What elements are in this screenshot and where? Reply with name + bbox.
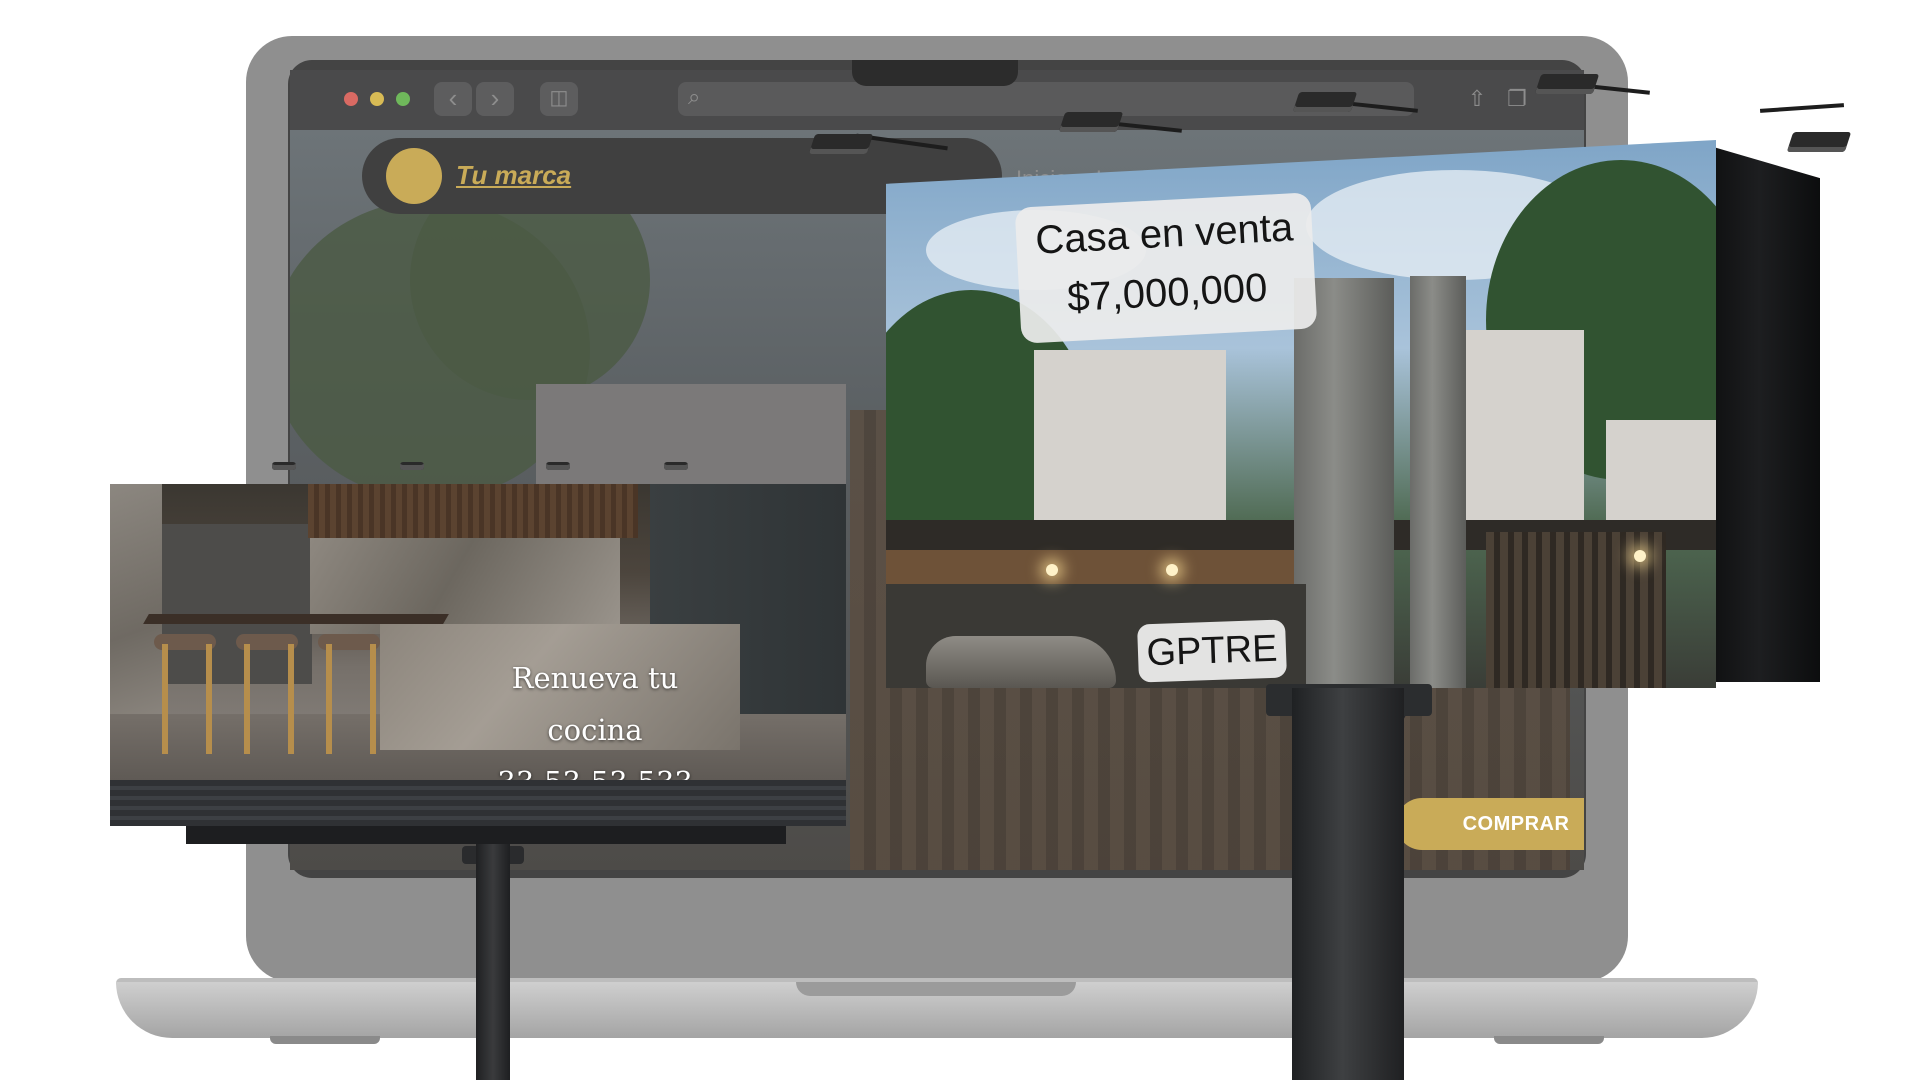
tabs-icon[interactable]: ❐: [1500, 82, 1534, 116]
billboard-lamp: [1534, 74, 1600, 94]
house-ceiling-light: [1634, 550, 1646, 562]
laptop-notch: [852, 60, 1018, 86]
kitchen-wood-cabinet: [308, 484, 638, 538]
billboard-lamp: [1058, 112, 1124, 132]
sidebar-icon[interactable]: ◫: [540, 82, 578, 116]
house-billboard-price: $7,000,000: [1066, 265, 1269, 321]
kitchen-stool-leg: [370, 644, 376, 754]
kitchen-billboard-rail: [186, 826, 786, 844]
kitchen-stool-leg: [326, 644, 332, 754]
laptop-foot: [1494, 1036, 1604, 1044]
house-price-box: Casa en venta $7,000,000: [1014, 192, 1318, 344]
kitchen-stool-leg: [162, 644, 168, 754]
buy-button[interactable]: COMPRAR: [1396, 798, 1584, 850]
billboard-lamp: [272, 462, 296, 470]
brand-name-link[interactable]: Tu marca: [456, 160, 571, 191]
kitchen-stool-leg: [244, 644, 250, 754]
house-wood-soffit: [886, 550, 1306, 584]
kitchen-stool-leg: [206, 644, 212, 754]
house-ceiling-light: [1166, 564, 1178, 576]
house-billboard-pole: [1292, 688, 1404, 1080]
brand-logo[interactable]: [386, 148, 442, 204]
house-car: [926, 636, 1116, 688]
share-icon[interactable]: ⇧: [1460, 82, 1494, 116]
house-billboard-brand: GPTRE: [1137, 619, 1287, 683]
laptop-foot: [270, 1036, 380, 1044]
house-billboard-headline: Casa en venta: [1034, 205, 1295, 263]
house-ceiling-light: [1046, 564, 1058, 576]
window-close-dot[interactable]: [344, 92, 358, 106]
billboard-lamp: [1292, 92, 1358, 112]
house-white-wall: [1464, 330, 1584, 530]
billboard-lamp: [664, 462, 688, 470]
window-minimize-dot[interactable]: [370, 92, 384, 106]
house-concrete-tower: [1294, 278, 1394, 688]
billboard-lamp: [400, 462, 424, 470]
house-concrete-tower: [1410, 276, 1466, 688]
kitchen-stool-leg: [288, 644, 294, 754]
lamp-arm: [1759, 103, 1845, 113]
laptop-opening-groove: [796, 982, 1076, 996]
forward-icon[interactable]: ›: [476, 82, 514, 116]
kitchen-table: [143, 614, 449, 624]
kitchen-billboard-headline: Renueva tu cocina: [511, 661, 679, 747]
search-icon: ⌕: [688, 84, 701, 109]
kitchen-billboard-pole: [476, 844, 510, 1080]
window-zoom-dot[interactable]: [396, 92, 410, 106]
back-icon[interactable]: ‹: [434, 82, 472, 116]
house-billboard-side-frame: [1710, 146, 1820, 682]
kitchen-billboard-frame: [110, 780, 846, 826]
billboard-lamp: [808, 134, 874, 154]
billboard-lamp: [546, 462, 570, 470]
billboard-lamp: [1786, 132, 1852, 152]
